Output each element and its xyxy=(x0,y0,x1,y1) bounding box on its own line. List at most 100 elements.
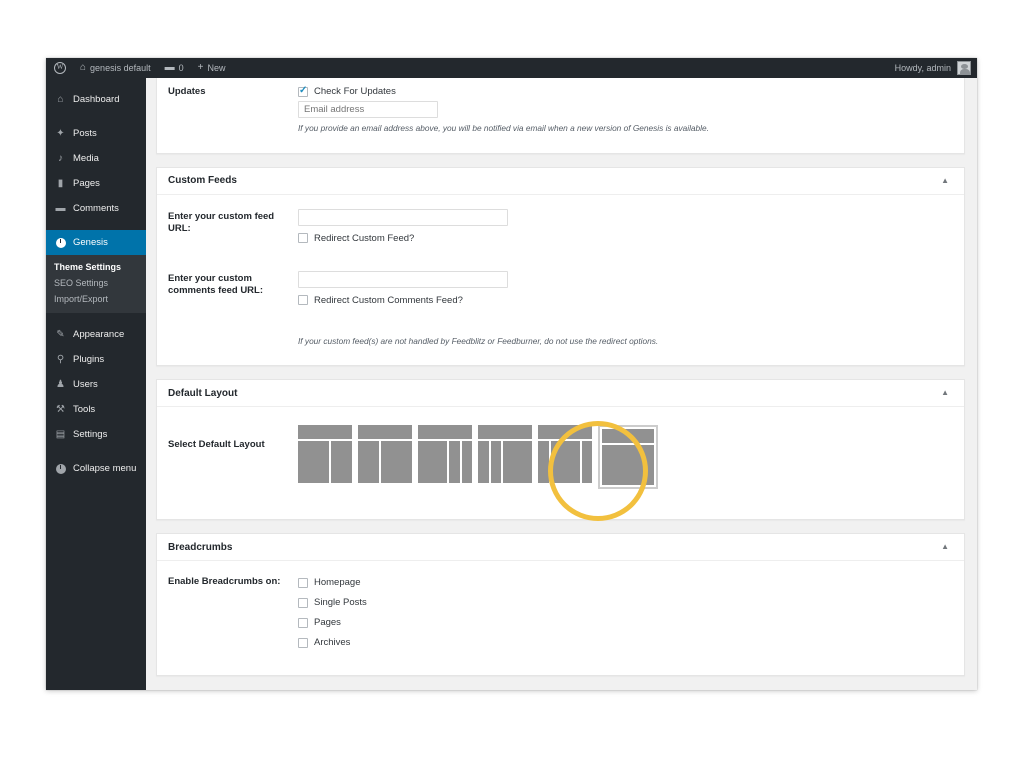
chevron-up-icon[interactable]: ▲ xyxy=(937,541,953,553)
chevron-up-icon[interactable]: ▲ xyxy=(937,175,953,187)
sidebar-item-collapse-menu[interactable]: Collapse menu xyxy=(46,456,146,481)
sidebar-separator-2 xyxy=(46,221,146,230)
dashboard-icon: ⌂ xyxy=(57,93,64,105)
sidebar-item-posts[interactable]: ✦ Posts xyxy=(46,121,146,146)
sidebar-item-settings[interactable]: ▤ Settings xyxy=(46,422,146,447)
breadcrumbs-header[interactable]: Breadcrumbs ▲ xyxy=(157,534,964,562)
submenu-item-theme-settings[interactable]: Theme Settings xyxy=(46,259,146,275)
layout-option-sidebar-content-sidebar[interactable] xyxy=(538,425,592,484)
layout-column xyxy=(503,441,532,484)
layout-columns xyxy=(538,441,592,484)
redirect-custom-feed-checkbox[interactable] xyxy=(298,233,308,244)
breadcrumb-option-row[interactable]: Archives xyxy=(298,637,953,648)
brush-icon: ✎ xyxy=(56,328,65,340)
breadcrumbs-panel: Breadcrumbs ▲ Enable Breadcrumbs on: Hom… xyxy=(156,533,965,677)
layout-option-content-sidebar[interactable] xyxy=(298,425,352,484)
check-for-updates-row[interactable]: Check For Updates xyxy=(298,85,953,97)
layout-column xyxy=(581,441,592,484)
layout-columns xyxy=(478,441,532,484)
custom-feeds-header[interactable]: Custom Feeds ▲ xyxy=(157,167,964,195)
wp-logo-menu[interactable] xyxy=(46,58,73,78)
select-default-layout-label: Select Default Layout xyxy=(168,439,265,451)
avatar[interactable] xyxy=(957,61,971,75)
genesis-submenu: Theme Settings SEO Settings Import/Expor… xyxy=(46,255,146,313)
layout-option-content-sidebar-sidebar[interactable] xyxy=(418,425,472,484)
sidebar-item-users[interactable]: ♟ Users xyxy=(46,372,146,397)
layout-option-sidebar-content[interactable] xyxy=(358,425,412,484)
sidebar-separator-3 xyxy=(46,313,146,322)
update-email-input[interactable] xyxy=(298,101,438,118)
page-icon: ▮ xyxy=(57,177,64,189)
layout-header-bar xyxy=(538,425,592,440)
sidebar-item-tools[interactable]: ⚒ Tools xyxy=(46,397,146,422)
sidebar-item-label: Tools xyxy=(73,404,96,415)
breadcrumb-option-label: Archives xyxy=(314,637,351,649)
sidebar-item-pages[interactable]: ▮ Pages xyxy=(46,171,146,196)
sidebar-top-spacer xyxy=(46,78,146,87)
custom-comments-feed-input[interactable] xyxy=(298,270,508,288)
layout-column xyxy=(418,441,447,484)
layout-column xyxy=(550,441,580,484)
howdy-label[interactable]: Howdy, admin xyxy=(895,63,957,73)
breadcrumb-option-row[interactable]: Single Posts xyxy=(298,597,953,608)
submenu-item-seo-settings[interactable]: SEO Settings xyxy=(46,275,146,291)
feeds-spacer xyxy=(168,255,953,269)
admin-bar-right: Howdy, admin xyxy=(895,58,977,78)
sidebar-item-label: Comments xyxy=(73,203,119,214)
breadcrumb-checkbox[interactable] xyxy=(298,637,308,648)
new-label: New xyxy=(207,63,226,73)
custom-feeds-body: Enter your custom feed URL: Redirect Cus… xyxy=(157,195,964,366)
redirect-custom-comments-feed-row[interactable]: Redirect Custom Comments Feed? xyxy=(298,295,953,306)
home-icon: ⌂ xyxy=(80,62,87,73)
chevron-up-icon[interactable]: ▲ xyxy=(937,387,953,399)
breadcrumb-checkbox[interactable] xyxy=(298,617,308,628)
sidebar-item-label: Media xyxy=(73,153,99,164)
breadcrumb-option-row[interactable]: Pages xyxy=(298,617,953,628)
plug-icon: ⚲ xyxy=(56,353,65,365)
breadcrumb-checkbox[interactable] xyxy=(298,597,308,608)
custom-feed-url-row: Enter your custom feed URL: Redirect Cus… xyxy=(168,207,953,251)
custom-feed-url-label: Enter your custom feed URL: xyxy=(168,210,275,235)
custom-feed-url-input[interactable] xyxy=(298,208,508,226)
sidebar-item-media[interactable]: ♪ Media xyxy=(46,146,146,171)
custom-feeds-hint: If your custom feed(s) are not handled b… xyxy=(298,335,659,346)
layout-option-full-width-content[interactable] xyxy=(598,425,658,490)
sidebar-item-plugins[interactable]: ⚲ Plugins xyxy=(46,347,146,372)
redirect-custom-feed-row[interactable]: Redirect Custom Feed? xyxy=(298,233,953,244)
layout-columns xyxy=(358,441,412,484)
sidebar-item-genesis[interactable]: Genesis xyxy=(46,230,146,255)
layout-options xyxy=(298,423,953,490)
new-content-menu[interactable]: + New xyxy=(191,58,233,78)
layout-column xyxy=(449,441,460,484)
sidebar-item-label: Genesis xyxy=(73,237,108,248)
sidebar-item-appearance[interactable]: ✎ Appearance xyxy=(46,322,146,347)
layout-option-sidebar-sidebar-content[interactable] xyxy=(478,425,532,484)
sidebar-item-comments[interactable]: ▬ Comments xyxy=(46,196,146,221)
breadcrumb-option-row[interactable]: Homepage xyxy=(298,577,953,588)
custom-comments-feed-field: Redirect Custom Comments Feed? If your c… xyxy=(298,269,953,348)
layout-column xyxy=(331,441,352,484)
layout-header-bar xyxy=(602,429,654,444)
site-name-menu[interactable]: ⌂ genesis default xyxy=(73,58,158,78)
breadcrumb-option-label: Single Posts xyxy=(314,597,367,609)
genesis-icon xyxy=(54,237,67,248)
submenu-item-import-export[interactable]: Import/Export xyxy=(46,291,146,307)
check-for-updates-checkbox[interactable] xyxy=(298,85,308,97)
redirect-custom-comments-feed-checkbox[interactable] xyxy=(298,295,308,306)
custom-comments-feed-label: Enter your custom comments feed URL: xyxy=(168,272,264,297)
site-name-label: genesis default xyxy=(90,63,151,73)
comments-bubble[interactable]: ▬ 0 xyxy=(158,58,191,78)
layout-header-bar xyxy=(298,425,352,440)
layout-columns xyxy=(602,445,654,486)
sidebar-item-dashboard[interactable]: ⌂ Dashboard xyxy=(46,87,146,112)
check-for-updates-label: Check For Updates xyxy=(314,86,396,97)
updates-hint: If you provide an email address above, y… xyxy=(298,123,709,133)
sidebar-item-label: Plugins xyxy=(73,354,105,365)
breadcrumb-checkbox[interactable] xyxy=(298,577,308,588)
default-layout-header[interactable]: Default Layout ▲ xyxy=(157,380,964,408)
wordpress-admin-window: ⌂ genesis default ▬ 0 + New Howdy, admin xyxy=(46,58,977,690)
plus-icon: + xyxy=(197,62,204,73)
custom-feeds-panel: Custom Feeds ▲ Enter your custom feed UR… xyxy=(156,166,965,367)
updates-body: Updates Check For Updates If you provide… xyxy=(157,78,964,153)
users-icon: ♟ xyxy=(56,378,65,390)
